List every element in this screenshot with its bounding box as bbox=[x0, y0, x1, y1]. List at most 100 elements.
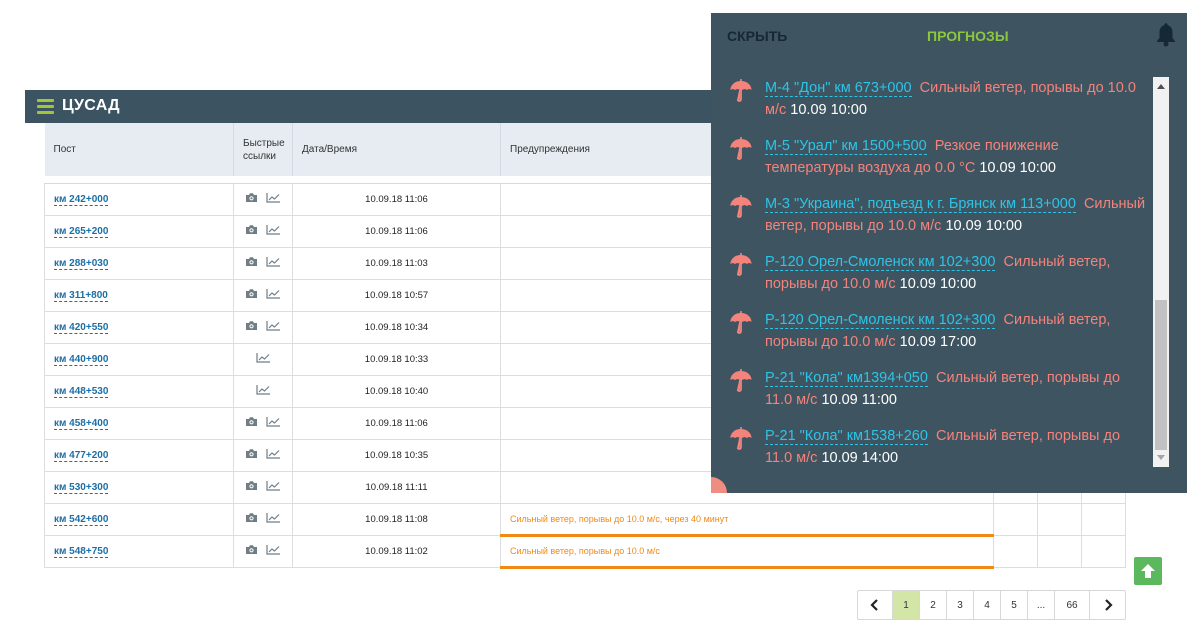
forecast-road-link[interactable]: Р-120 Орел-Смоленск км 102+300 bbox=[765, 312, 996, 329]
camera-icon[interactable] bbox=[245, 448, 258, 462]
post-cell: км 440+900 bbox=[44, 342, 234, 376]
camera-icon[interactable] bbox=[245, 480, 258, 494]
panel-header: ЦУСАД bbox=[25, 90, 725, 123]
umbrella-icon bbox=[729, 310, 753, 344]
post-cell: км 448+530 bbox=[44, 374, 234, 408]
forecast-item: М-4 "Дон" км 673+000 Сильный ветер, поры… bbox=[725, 78, 1151, 121]
camera-icon[interactable] bbox=[245, 544, 258, 558]
post-cell: км 542+600 bbox=[44, 502, 234, 536]
post-link[interactable]: км 477+200 bbox=[54, 449, 109, 462]
forecast-road-link[interactable]: Р-120 Орел-Смоленск км 102+300 bbox=[765, 254, 996, 271]
pagination-page[interactable]: ... bbox=[1028, 591, 1055, 619]
post-cell: км 548+750 bbox=[44, 534, 234, 568]
chart-icon[interactable] bbox=[255, 352, 271, 366]
quick-links-cell bbox=[233, 406, 293, 440]
datetime-cell: 10.09.18 10:35 bbox=[292, 438, 501, 472]
chart-icon[interactable] bbox=[266, 512, 281, 526]
chart-icon[interactable] bbox=[266, 320, 281, 334]
camera-icon[interactable] bbox=[245, 288, 258, 302]
pagination-page[interactable]: 4 bbox=[974, 591, 1001, 619]
umbrella-icon bbox=[729, 252, 753, 286]
column-header-datetime[interactable]: Дата/Время bbox=[292, 123, 501, 176]
camera-icon[interactable] bbox=[245, 256, 258, 270]
quick-links-cell bbox=[233, 182, 293, 216]
scroll-top-button[interactable] bbox=[1134, 557, 1162, 585]
camera-icon[interactable] bbox=[245, 512, 258, 526]
forecast-time: 10.09 10:00 bbox=[790, 101, 867, 118]
pagination-next-button[interactable] bbox=[1090, 591, 1125, 619]
chart-icon[interactable] bbox=[266, 480, 281, 494]
forecast-road-link[interactable]: М-3 "Украина", подъезд к г. Брянск км 11… bbox=[765, 196, 1076, 213]
camera-icon[interactable] bbox=[245, 320, 258, 334]
chevron-right-icon bbox=[1104, 599, 1113, 611]
menu-icon[interactable] bbox=[37, 99, 54, 114]
chart-icon[interactable] bbox=[266, 288, 281, 302]
umbrella-icon bbox=[729, 78, 753, 112]
forecast-road-link[interactable]: М-4 "Дон" км 673+000 bbox=[765, 80, 912, 97]
camera-icon[interactable] bbox=[245, 192, 258, 206]
column-header-links: Быстрые ссылки bbox=[233, 123, 293, 176]
post-link[interactable]: км 311+800 bbox=[54, 289, 108, 302]
chart-icon[interactable] bbox=[266, 448, 281, 462]
post-link[interactable]: км 288+030 bbox=[54, 257, 109, 270]
post-link[interactable]: км 242+000 bbox=[54, 193, 109, 206]
post-cell: км 288+030 bbox=[44, 246, 234, 280]
post-link[interactable]: км 440+900 bbox=[54, 353, 109, 366]
pagination-prev-button[interactable] bbox=[858, 591, 893, 619]
post-link[interactable]: км 458+400 bbox=[54, 417, 109, 430]
datetime-cell: 10.09.18 11:03 bbox=[292, 246, 501, 280]
quick-links-cell bbox=[233, 534, 293, 568]
bell-icon[interactable] bbox=[1155, 23, 1177, 52]
warning-cell: Сильный ветер, порывы до 10.0 м/с, через… bbox=[500, 502, 994, 537]
forecast-road-link[interactable]: М-5 "Урал" км 1500+500 bbox=[765, 138, 927, 155]
forecast-time: 10.09 17:00 bbox=[899, 333, 977, 350]
scroll-up-arrow[interactable] bbox=[1157, 84, 1165, 89]
post-cell: км 420+550 bbox=[44, 310, 234, 344]
extra-cell bbox=[993, 502, 1038, 536]
forecast-scrollbar[interactable] bbox=[1153, 77, 1169, 467]
post-link[interactable]: км 542+600 bbox=[54, 513, 109, 526]
column-header-post[interactable]: Пост bbox=[44, 123, 234, 176]
chart-icon[interactable] bbox=[266, 256, 281, 270]
datetime-cell: 10.09.18 11:06 bbox=[292, 182, 501, 216]
chart-icon[interactable] bbox=[266, 224, 281, 238]
post-cell: км 477+200 bbox=[44, 438, 234, 472]
forecast-tab[interactable]: ПРОГНОЗЫ bbox=[927, 28, 1009, 44]
datetime-cell: 10.09.18 11:11 bbox=[292, 470, 501, 504]
forecast-item: Р-120 Орел-Смоленск км 102+300 Сильный в… bbox=[725, 310, 1151, 353]
forecast-road-link[interactable]: Р-21 "Кола" км1394+050 bbox=[765, 370, 928, 387]
hide-button[interactable]: СКРЫТЬ bbox=[727, 28, 787, 44]
extra-cell bbox=[1081, 502, 1126, 536]
camera-icon[interactable] bbox=[245, 416, 258, 430]
chart-icon[interactable] bbox=[266, 416, 281, 430]
post-link[interactable]: км 530+300 bbox=[54, 481, 109, 494]
forecast-road-link[interactable]: Р-21 "Кола" км1538+260 bbox=[765, 428, 928, 445]
forecast-list: М-4 "Дон" км 673+000 Сильный ветер, поры… bbox=[725, 78, 1151, 484]
umbrella-icon bbox=[729, 194, 753, 228]
camera-icon[interactable] bbox=[245, 224, 258, 238]
forecast-panel: СКРЫТЬ ПРОГНОЗЫ М-4 "Дон" км 673+000 Сил… bbox=[711, 13, 1187, 493]
post-link[interactable]: км 265+200 bbox=[54, 225, 109, 238]
scroll-down-arrow[interactable] bbox=[1157, 455, 1165, 460]
post-cell: км 458+400 bbox=[44, 406, 234, 440]
table-row: км 542+600 10.09.18 11:08 Сильный ветер, п… bbox=[44, 502, 1126, 537]
post-link[interactable]: км 448+530 bbox=[54, 385, 109, 398]
quick-links-cell bbox=[233, 438, 293, 472]
post-link[interactable]: км 420+550 bbox=[54, 321, 109, 334]
pagination-page[interactable]: 3 bbox=[947, 591, 974, 619]
quick-links-cell bbox=[233, 310, 293, 344]
extra-cell bbox=[1081, 534, 1126, 568]
scroll-thumb[interactable] bbox=[1155, 300, 1167, 450]
chart-icon[interactable] bbox=[266, 544, 281, 558]
pagination-page[interactable]: 1 bbox=[893, 591, 920, 619]
chart-icon[interactable] bbox=[255, 384, 271, 398]
pagination-page[interactable]: 66 bbox=[1055, 591, 1090, 619]
pagination-page[interactable]: 5 bbox=[1001, 591, 1028, 619]
forecast-item: М-5 "Урал" км 1500+500 Резкое понижение … bbox=[725, 136, 1151, 179]
quick-links-cell bbox=[233, 502, 293, 536]
pagination-page[interactable]: 2 bbox=[920, 591, 947, 619]
table-row: км 548+750 10.09.18 11:02 Сильный ветер, п… bbox=[44, 534, 1126, 569]
umbrella-icon bbox=[729, 136, 753, 170]
post-link[interactable]: км 548+750 bbox=[54, 545, 109, 558]
chart-icon[interactable] bbox=[266, 192, 281, 206]
